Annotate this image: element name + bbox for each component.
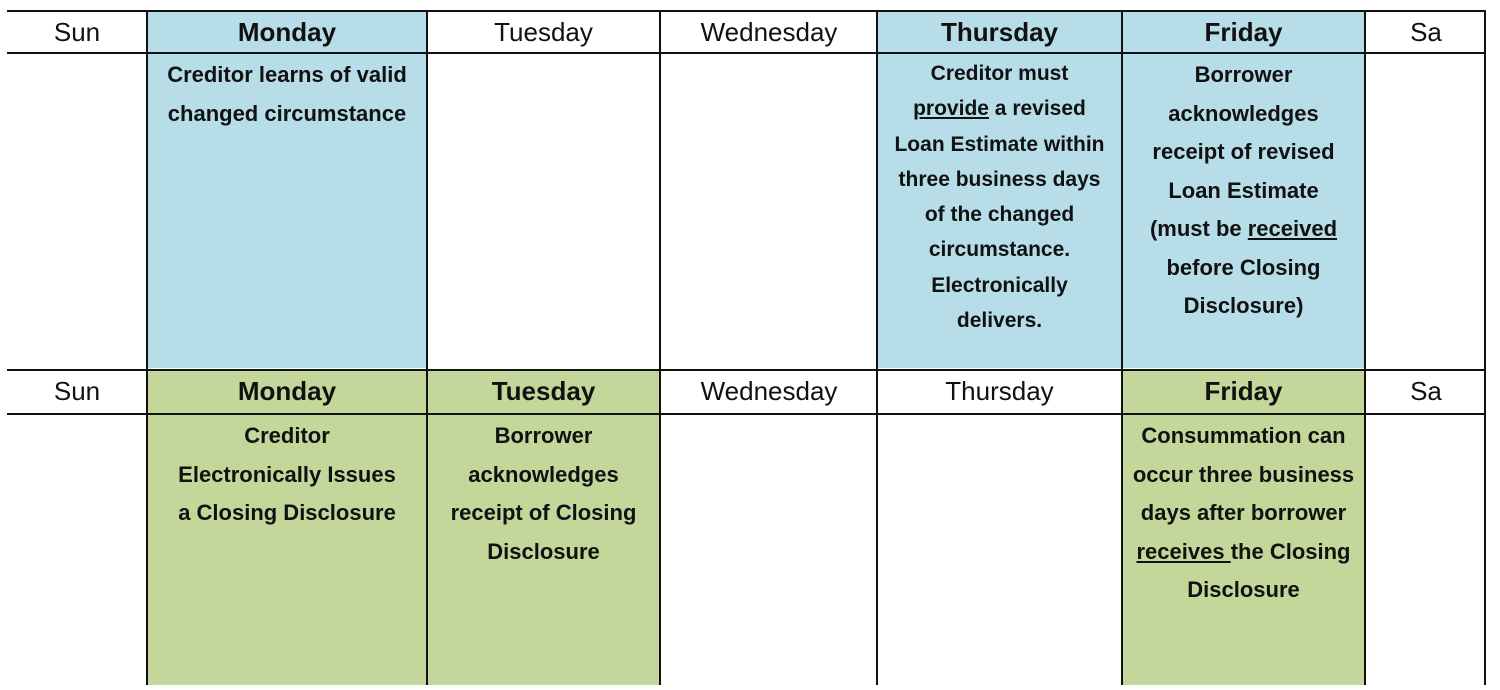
w2-header-saturday: Sa — [1410, 376, 1442, 406]
grid-line — [1364, 10, 1366, 685]
grid-line — [7, 52, 1486, 54]
w1-header-saturday: Sa — [1410, 17, 1442, 47]
grid-line — [146, 10, 148, 685]
grid-line — [1484, 10, 1486, 685]
w1-friday-event: Borrower acknowledges receipt of revised… — [1122, 54, 1365, 368]
w1-header-sun: Sun — [53, 17, 101, 47]
w1-header-wednesday: Wednesday — [700, 17, 838, 47]
grid-line — [426, 10, 428, 685]
w1-header-tuesday: Tuesday — [494, 17, 593, 47]
w1-header-friday: Friday — [1122, 12, 1365, 54]
grid-line — [876, 10, 878, 685]
w1-header-thursday: Thursday — [878, 12, 1121, 54]
grid-line — [7, 413, 1486, 415]
w2-friday-event: Consummation can occur three business da… — [1122, 415, 1365, 685]
grid-line — [1121, 10, 1123, 685]
w1-monday-event: Creditor learns of valid changed circums… — [148, 54, 426, 368]
w2-header-thursday: Thursday — [945, 376, 1054, 406]
w1-header-monday: Monday — [148, 12, 426, 54]
grid-line — [7, 10, 1486, 12]
w2-tuesday-event: Borrower acknowledges receipt of Closing… — [427, 415, 660, 685]
w2-monday-event: Creditor Electronically Issues a Closing… — [148, 415, 426, 685]
w2-header-tuesday: Tuesday — [427, 371, 660, 413]
grid-line — [659, 10, 661, 685]
w2-header-monday: Monday — [148, 371, 426, 413]
w2-header-wednesday: Wednesday — [700, 376, 838, 406]
grid-line — [7, 369, 1486, 371]
w2-header-sun: Sun — [53, 376, 101, 406]
w1-thursday-event: Creditor must provide a revised Loan Est… — [878, 54, 1121, 368]
w2-header-friday: Friday — [1122, 371, 1365, 413]
